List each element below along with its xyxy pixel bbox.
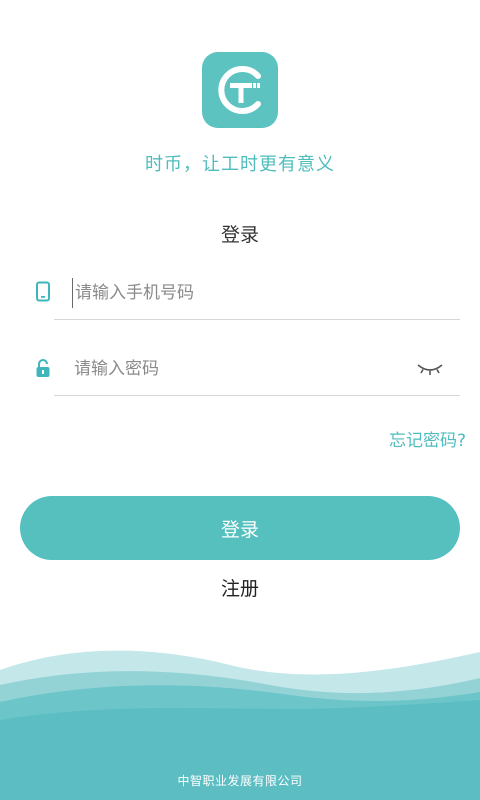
phone-underline bbox=[54, 319, 460, 320]
password-underline bbox=[54, 395, 460, 396]
phone-icon bbox=[34, 281, 52, 303]
lock-icon bbox=[34, 357, 52, 379]
ct-logo-icon bbox=[202, 52, 278, 128]
eye-closed-icon[interactable] bbox=[416, 360, 444, 378]
login-screen: 时币，让工时更有意义 登录 请输入手机号码 忘记密码? 登录 注册 中智职业发展… bbox=[0, 0, 480, 800]
phone-input[interactable] bbox=[72, 278, 405, 308]
password-input[interactable] bbox=[74, 354, 404, 384]
app-slogan: 时币，让工时更有意义 bbox=[145, 154, 335, 175]
login-button[interactable]: 登录 bbox=[20, 496, 460, 560]
register-link[interactable]: 注册 bbox=[0, 574, 480, 601]
login-form-title: 登录 bbox=[220, 224, 259, 246]
company-name: 中智职业发展有限公司 bbox=[177, 774, 303, 788]
password-field-row bbox=[0, 342, 480, 396]
phone-field-row bbox=[0, 266, 480, 320]
forgot-password-link[interactable]: 忘记密码? bbox=[389, 426, 466, 451]
